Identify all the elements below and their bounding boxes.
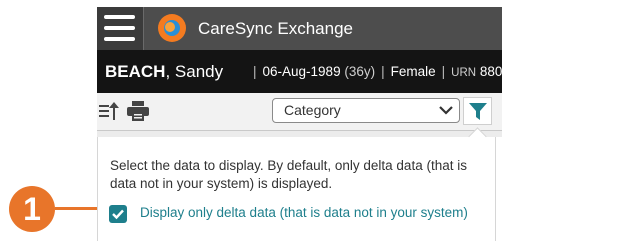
patient-urn-label: URN xyxy=(451,67,477,79)
patient-details: |06-Aug-1989 (36y)|Female|URN 880000007 xyxy=(247,50,502,95)
filter-panel: Select the data to display. By default, … xyxy=(97,127,496,241)
screenshot-stage: 1 CareSync Exchange BEACH, Sandy | 06-Au… xyxy=(0,0,628,241)
patient-sex: Female xyxy=(390,64,436,79)
app-window: CareSync Exchange BEACH, Sandy | 06-Aug-1… xyxy=(97,7,502,241)
patient-dob: 06-Aug-1989 xyxy=(262,64,341,79)
caresync-logo-icon xyxy=(157,13,187,43)
patient-age: (36y) xyxy=(344,64,376,79)
callout-marker: 1 xyxy=(9,186,55,232)
app-title: CareSync Exchange xyxy=(198,19,353,38)
patient-urn: 880000007 xyxy=(479,64,502,79)
filter-icon xyxy=(469,103,487,120)
chevron-down-icon xyxy=(439,106,453,115)
category-select-value: Category xyxy=(284,102,341,118)
patient-given-name: Sandy xyxy=(174,62,224,81)
patient-banner: BEACH, Sandy | 06-Aug-1989 (36y) | Female | U… xyxy=(97,50,502,93)
patient-surname: BEACH xyxy=(105,62,166,81)
checkmark-icon xyxy=(112,209,124,220)
patient-name: BEACH, Sandy xyxy=(105,62,224,81)
hamburger-menu-icon[interactable] xyxy=(97,7,144,50)
delta-only-checkbox[interactable] xyxy=(109,205,127,223)
sort-icon[interactable] xyxy=(99,101,119,121)
toolbar: Category xyxy=(97,93,502,131)
delta-only-label[interactable]: Display only delta data (that is data no… xyxy=(140,204,485,222)
print-icon[interactable] xyxy=(127,101,149,121)
category-select[interactable]: Category xyxy=(272,98,460,123)
filter-help-text: Select the data to display. By default, … xyxy=(110,158,467,191)
filter-button[interactable] xyxy=(463,97,492,125)
app-header: CareSync Exchange xyxy=(97,7,502,50)
